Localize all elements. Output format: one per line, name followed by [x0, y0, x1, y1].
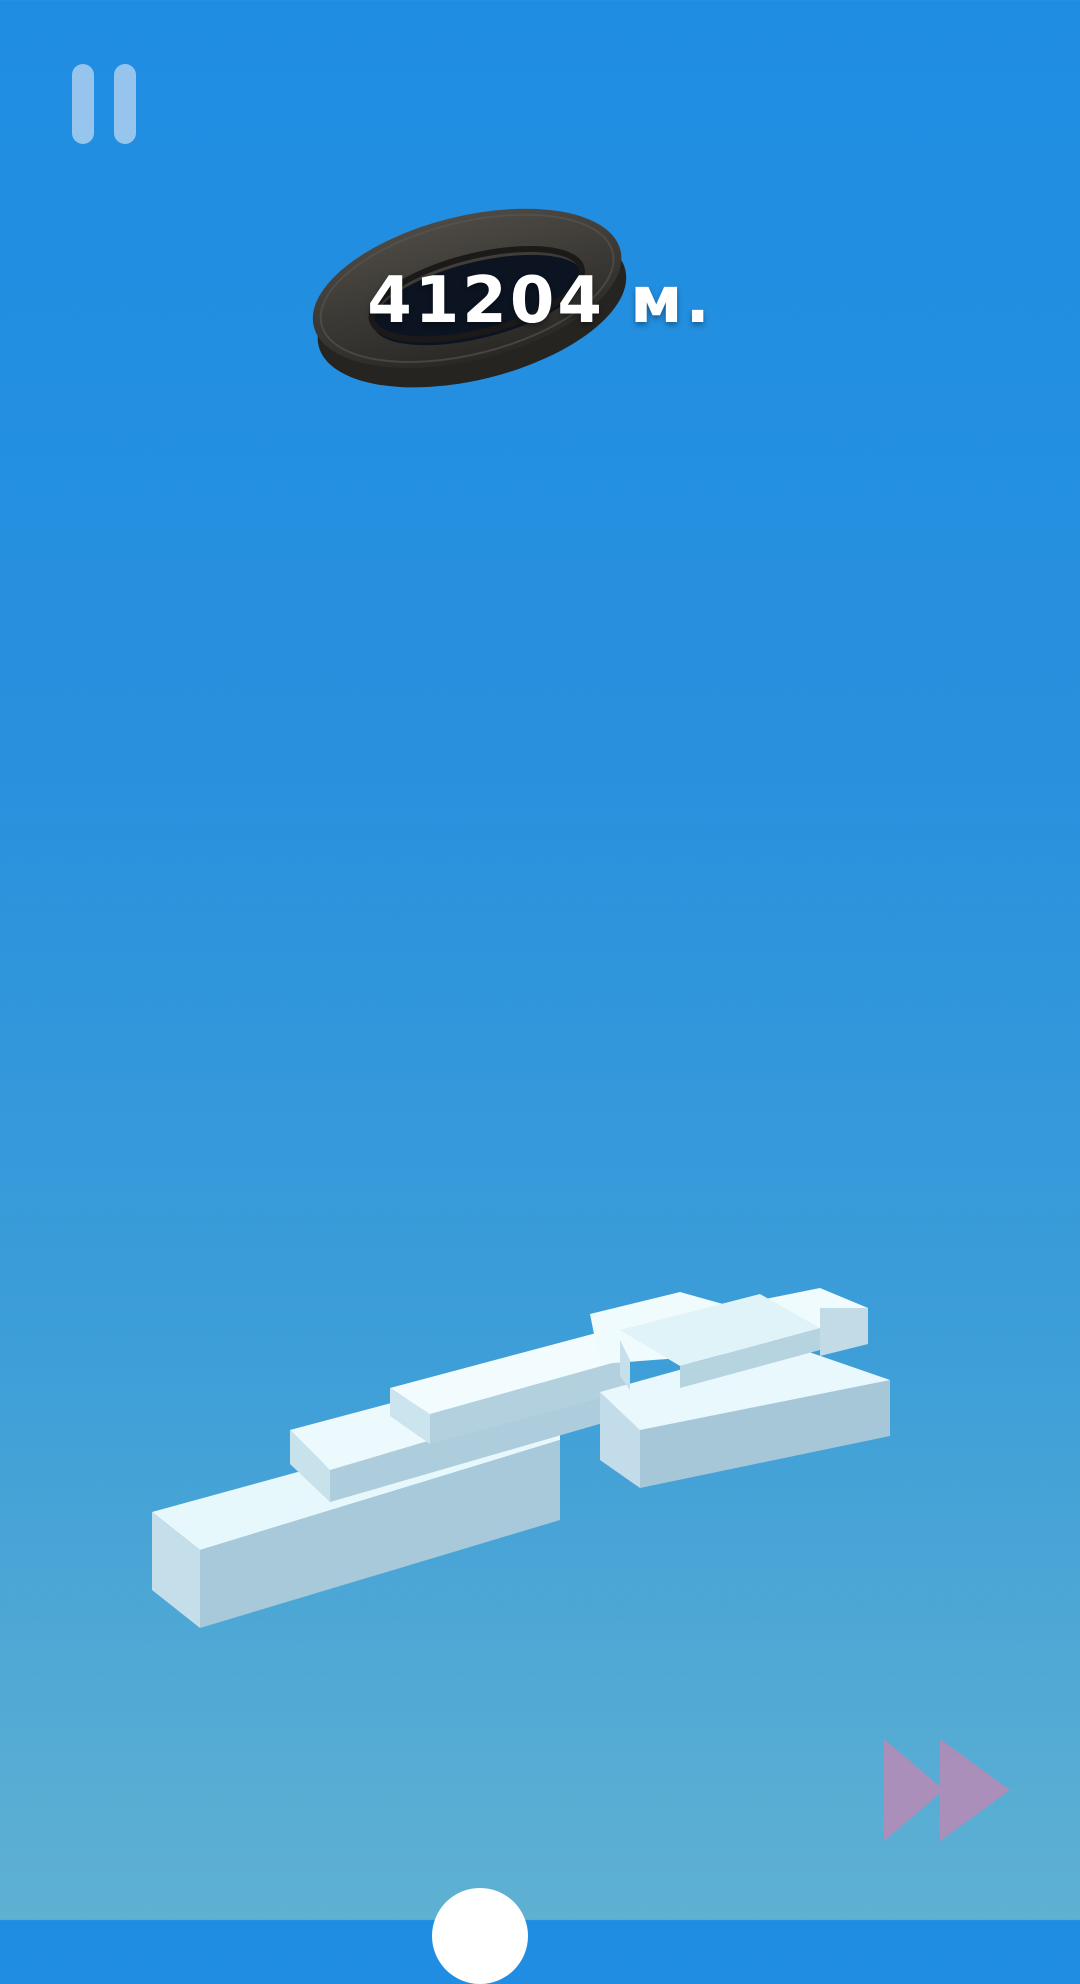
player-ball	[432, 1888, 528, 1984]
fast-forward-icon	[884, 1739, 1010, 1841]
cloud-platform	[152, 1288, 890, 1628]
game-scene[interactable]: 41204 м.	[0, 0, 1080, 1984]
fast-forward-button[interactable]	[880, 1735, 1020, 1845]
pause-button[interactable]	[72, 64, 136, 144]
distance-score: 41204 м.	[367, 264, 713, 338]
